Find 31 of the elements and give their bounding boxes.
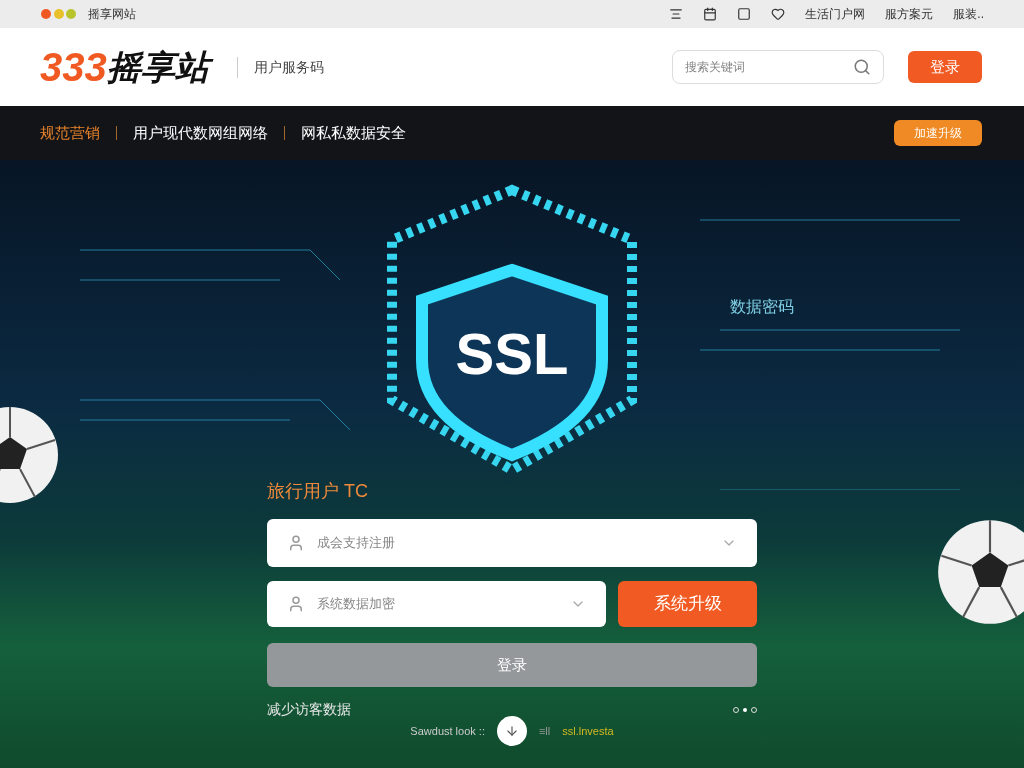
- note-text: 减少访客数据: [267, 700, 351, 719]
- footer-text: Sawdust look ::: [410, 723, 485, 739]
- toolbar-icon[interactable]: [703, 7, 718, 21]
- toolbar-icon[interactable]: [771, 7, 786, 21]
- top-link[interactable]: 服装..: [953, 5, 984, 23]
- account-field[interactable]: 成会支持注册: [267, 519, 757, 567]
- nav-link[interactable]: 用户现代数网组网络: [133, 121, 268, 145]
- toolbar-icon[interactable]: [669, 7, 684, 21]
- search-input[interactable]: 搜索关键词: [685, 58, 853, 76]
- footer-mark: ≡ll: [538, 723, 551, 739]
- hero-caption: 数据密码: [730, 297, 794, 317]
- account-input[interactable]: 成会支持注册: [317, 533, 709, 553]
- password-field[interactable]: 系统数据加密: [267, 581, 606, 627]
- user-icon: [287, 534, 305, 552]
- search-icon: [853, 58, 871, 76]
- search-field[interactable]: 搜索关键词: [672, 50, 884, 84]
- nav-link[interactable]: 网私私数据安全: [301, 121, 406, 145]
- top-link[interactable]: 服方案元: [885, 5, 934, 23]
- nav-link[interactable]: 规范营销: [40, 121, 100, 145]
- tagline: 用户服务码: [236, 56, 324, 78]
- user-icon: [287, 595, 305, 613]
- password-input[interactable]: 系统数据加密: [317, 594, 558, 614]
- site-name: 摇享网站: [88, 6, 136, 23]
- form-title: 旅行用户 TC: [267, 480, 369, 503]
- download-button[interactable]: [496, 716, 527, 746]
- toolbar-icon[interactable]: [737, 7, 752, 21]
- top-link[interactable]: 生活门户网: [805, 5, 866, 23]
- logo-number: 333: [40, 47, 107, 87]
- ssl-label: SSL: [454, 325, 570, 383]
- logo-text: 摇享站: [106, 44, 217, 90]
- footer-link[interactable]: ssl.lnvesta: [562, 722, 614, 740]
